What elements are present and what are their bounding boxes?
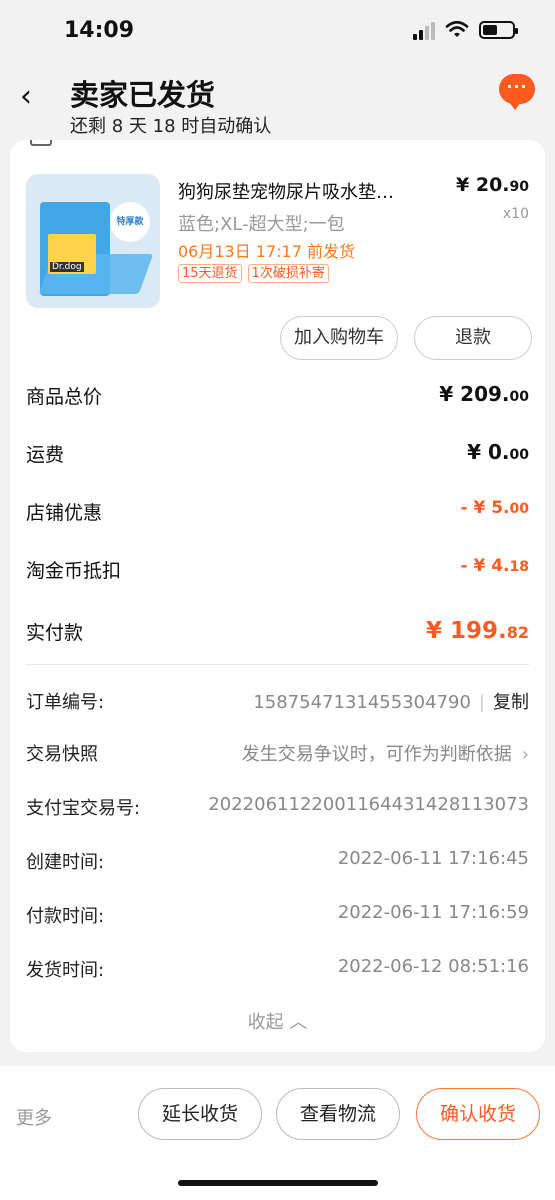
snapshot-hint: 发生交易争议时，可作为判断依据 › <box>241 744 529 765</box>
created-time-row: 创建时间: 2022-06-11 17:16:45 <box>26 848 529 878</box>
shop-icon <box>30 140 52 146</box>
summary-amount: - ¥ 4.18 <box>460 556 530 576</box>
ship-deadline: 06月13日 17:17 前发货 <box>178 242 356 261</box>
info-label: 创建时间: <box>26 852 105 873</box>
wifi-icon <box>445 21 469 37</box>
product-quantity: x10 <box>502 206 529 222</box>
paid-time: 2022-06-11 17:16:59 <box>337 902 529 923</box>
created-time: 2022-06-11 17:16:45 <box>337 848 529 869</box>
service-tags: 15天退货 1次破损补寄 <box>178 264 329 283</box>
order-number-row: 订单编号: 1587547131455304790 | 复制 <box>26 688 529 718</box>
status-bar: 14:09 <box>0 0 555 64</box>
summary-label: 商品总价 <box>26 386 103 408</box>
order-card: Dr.dog 特厚款 狗狗尿垫宠物尿片吸水垫… ¥ 20.90 x10 蓝色;X… <box>10 140 545 1052</box>
product-name[interactable]: 狗狗尿垫宠物尿片吸水垫… <box>178 178 440 204</box>
status-icons <box>413 20 518 40</box>
divider <box>26 664 529 665</box>
summary-label: 店铺优惠 <box>26 502 103 524</box>
extend-receipt-button[interactable]: 延长收货 <box>138 1088 262 1140</box>
tag-return: 15天退货 <box>178 264 242 283</box>
summary-label: 淘金币抵扣 <box>26 560 122 582</box>
refund-button[interactable]: 退款 <box>414 316 532 360</box>
more-button[interactable]: 更多 <box>16 1104 52 1130</box>
summary-row-shop-discount: 店铺优惠 - ¥ 5.00 <box>26 498 529 528</box>
collapse-button[interactable]: 收起 ︿ <box>10 1008 545 1034</box>
summary-row-coin-deduction: 淘金币抵扣 - ¥ 4.18 <box>26 556 529 586</box>
summary-row-paid: 实付款 ¥ 199.82 <box>26 618 529 648</box>
summary-amount: - ¥ 5.00 <box>460 498 530 518</box>
back-chevron-icon[interactable]: ‹ <box>20 82 32 112</box>
info-label: 发货时间: <box>26 960 105 981</box>
chat-bubble-icon[interactable]: ··· <box>499 74 535 110</box>
summary-amount: ¥ 199.82 <box>425 618 529 644</box>
info-label: 交易快照 <box>26 744 98 765</box>
summary-amount: ¥ 0.00 <box>467 440 529 464</box>
snapshot-row[interactable]: 交易快照 发生交易争议时，可作为判断依据 › <box>26 740 529 770</box>
cellular-signal-icon <box>413 20 435 40</box>
add-to-cart-button[interactable]: 加入购物车 <box>280 316 398 360</box>
battery-icon <box>479 21 518 39</box>
image-badge: 特厚款 <box>110 202 150 242</box>
tag-damage: 1次破损补寄 <box>247 264 329 283</box>
chevron-right-icon: › <box>521 744 529 765</box>
image-brand-text: Dr.dog <box>50 262 84 272</box>
confirm-receipt-button[interactable]: 确认收货 <box>416 1088 540 1140</box>
auto-confirm-countdown: 还剩 8 天 18 时自动确认 <box>70 116 272 137</box>
info-label: 付款时间: <box>26 906 105 927</box>
summary-amount: ¥ 209.00 <box>439 382 529 406</box>
page-header: ‹ 卖家已发货 还剩 8 天 18 时自动确认 ··· <box>0 64 555 144</box>
summary-row-shipping: 运费 ¥ 0.00 <box>26 440 529 470</box>
copy-button[interactable]: 复制 <box>493 692 529 713</box>
alipay-number: 2022061122001164431428113073 <box>208 794 529 815</box>
info-label: 支付宝交易号: <box>26 798 141 819</box>
product-spec: 蓝色;XL-超大型;一包 <box>178 214 345 235</box>
order-number: 1587547131455304790 | 复制 <box>253 692 529 713</box>
page-title: 卖家已发货 <box>70 78 216 112</box>
summary-label: 运费 <box>26 444 65 466</box>
summary-row-subtotal: 商品总价 ¥ 209.00 <box>26 382 529 412</box>
home-indicator <box>178 1180 378 1186</box>
paid-time-row: 付款时间: 2022-06-11 17:16:59 <box>26 902 529 932</box>
view-logistics-button[interactable]: 查看物流 <box>276 1088 400 1140</box>
product-image[interactable]: Dr.dog 特厚款 <box>26 174 160 308</box>
product-price: ¥ 20.90 <box>456 174 529 196</box>
info-label: 订单编号: <box>26 692 105 713</box>
status-time: 14:09 <box>64 18 135 43</box>
bottom-action-bar: 更多 延长收货 查看物流 确认收货 <box>0 1066 555 1200</box>
alipay-row: 支付宝交易号: 2022061122001164431428113073 <box>26 794 529 824</box>
shipped-time-row: 发货时间: 2022-06-12 08:51:16 <box>26 956 529 986</box>
shipped-time: 2022-06-12 08:51:16 <box>337 956 529 977</box>
summary-label: 实付款 <box>26 622 84 644</box>
